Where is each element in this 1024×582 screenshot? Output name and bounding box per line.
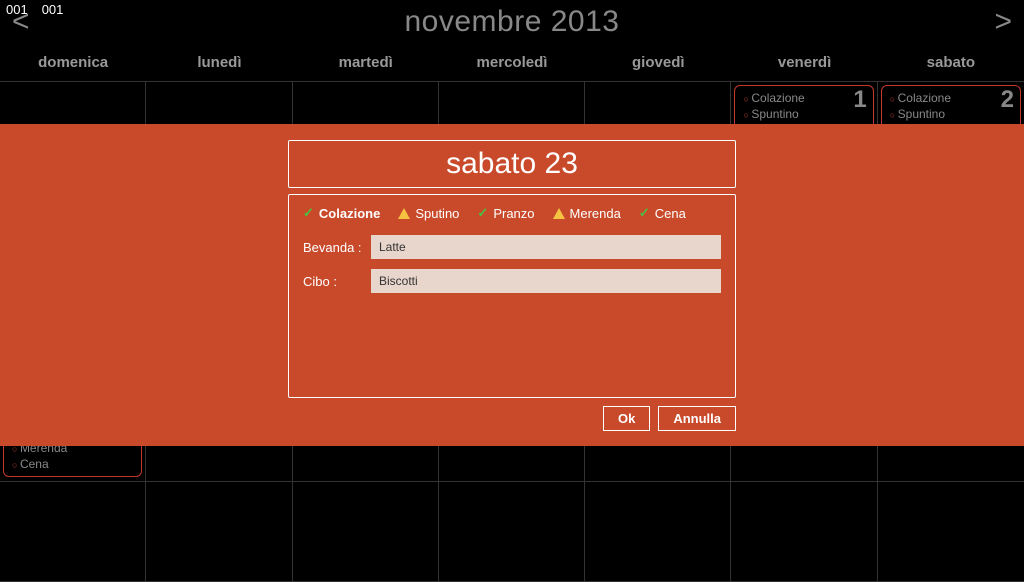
modal-body: ✓ Colazione Sputino ✓ Pranzo Merenda ✓ C…: [288, 194, 736, 398]
day-number: 1: [853, 86, 866, 114]
bevanda-input[interactable]: [371, 235, 721, 259]
day-header: sabato: [878, 48, 1024, 81]
field-bevanda: Bevanda :: [303, 235, 721, 259]
tab-sputino[interactable]: Sputino: [398, 205, 459, 221]
field-label: Bevanda :: [303, 240, 371, 255]
tab-label: Merenda: [570, 206, 621, 221]
modal-title-box: sabato 23: [288, 140, 736, 188]
modal-title: sabato 23: [289, 147, 735, 181]
day-edit-modal: sabato 23 ✓ Colazione Sputino ✓ Pranzo M…: [288, 140, 736, 431]
day-header: giovedì: [585, 48, 731, 81]
day-header: domenica: [0, 48, 146, 81]
day-number: 2: [1001, 86, 1014, 114]
tab-label: Cena: [655, 206, 686, 221]
cibo-input[interactable]: [371, 269, 721, 293]
day-header: martedì: [293, 48, 439, 81]
tab-merenda[interactable]: Merenda: [553, 205, 621, 221]
day-header: mercoledì: [439, 48, 585, 81]
tab-pranzo[interactable]: ✓ Pranzo: [477, 205, 534, 221]
check-icon: ✓: [303, 205, 314, 221]
tab-label: Sputino: [415, 206, 459, 221]
check-icon: ✓: [477, 205, 488, 221]
warn-icon: [553, 208, 565, 219]
field-label: Cibo :: [303, 274, 371, 289]
tab-cena[interactable]: ✓ Cena: [639, 205, 686, 221]
modal-buttons: Ok Annulla: [288, 406, 736, 431]
day-header: venerdì: [731, 48, 877, 81]
next-month-arrow[interactable]: >: [994, 5, 1012, 39]
check-icon: ✓: [639, 205, 650, 221]
warn-icon: [398, 208, 410, 219]
cancel-button[interactable]: Annulla: [658, 406, 736, 431]
day-header: lunedì: [146, 48, 292, 81]
month-title: novembre 2013: [405, 5, 620, 39]
calendar-header: < novembre 2013 >: [0, 0, 1024, 44]
tab-colazione[interactable]: ✓ Colazione: [303, 205, 380, 221]
ok-button[interactable]: Ok: [603, 406, 650, 431]
tab-label: Pranzo: [493, 206, 534, 221]
meal-tabs: ✓ Colazione Sputino ✓ Pranzo Merenda ✓ C…: [303, 205, 721, 221]
tab-label: Colazione: [319, 206, 380, 221]
top-numbers: 001001: [6, 2, 77, 18]
field-cibo: Cibo :: [303, 269, 721, 293]
